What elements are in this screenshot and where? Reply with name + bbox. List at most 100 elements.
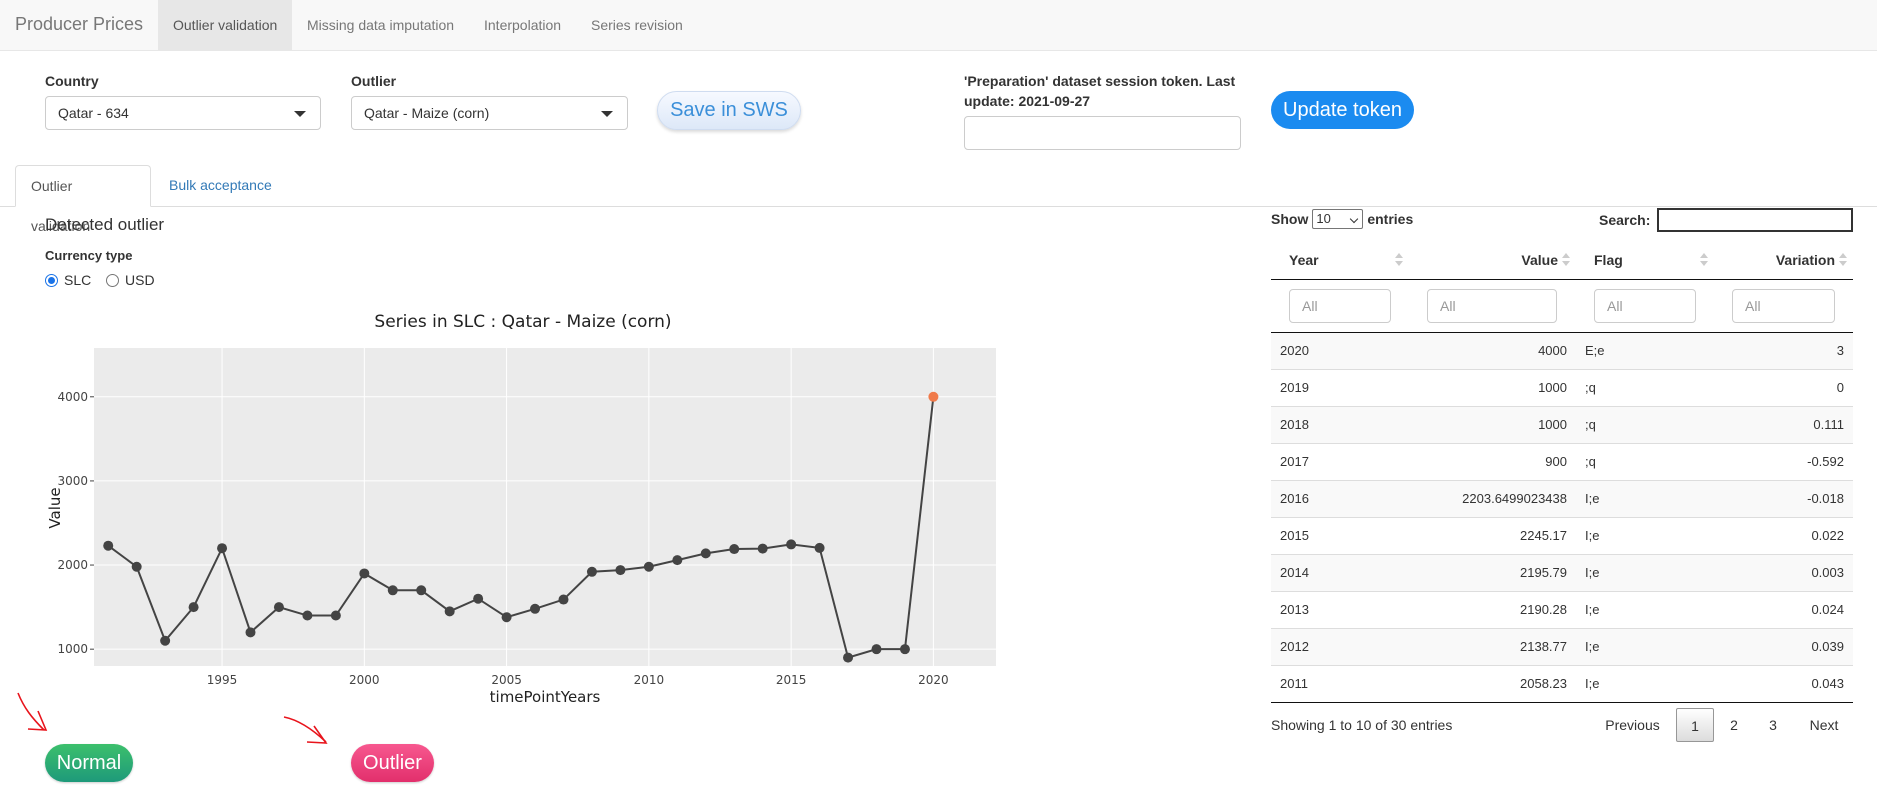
outlier-select[interactable]: Qatar - Maize (corn)	[351, 96, 628, 130]
outlier-point[interactable]	[928, 391, 939, 402]
data-point[interactable]	[501, 612, 512, 623]
table-row[interactable]: 2017 900 ;q -0.592	[1271, 442, 1853, 480]
radio-slc[interactable]: SLC	[45, 272, 91, 288]
table-row[interactable]: 2014 2195.79 I;e 0.003	[1271, 553, 1853, 591]
data-point[interactable]	[217, 543, 228, 554]
x-tick-label: 2015	[776, 673, 807, 687]
table-row[interactable]: 2020 4000 E;e 3	[1271, 331, 1853, 369]
country-select[interactable]: Qatar - 634	[45, 96, 321, 130]
nav-tab-series-revision[interactable]: Series revision	[576, 0, 698, 50]
data-point[interactable]	[131, 561, 142, 572]
sort-icon	[1700, 253, 1708, 267]
subtab-outlier-validation[interactable]: Outlier validation	[15, 165, 151, 234]
update-token-button[interactable]: Update token	[1271, 91, 1414, 129]
data-point[interactable]	[586, 566, 597, 577]
cell-flag: I;e	[1576, 664, 1714, 703]
table-row[interactable]: 2013 2190.28 I;e 0.024	[1271, 590, 1853, 628]
app-brand[interactable]: Producer Prices	[15, 14, 143, 35]
filter-input-year[interactable]: All	[1289, 288, 1391, 323]
chart-title: Series in SLC : Qatar - Maize (corn)	[374, 312, 671, 332]
data-point[interactable]	[786, 539, 797, 550]
x-axis-label: timePointYears	[490, 688, 601, 706]
data-point[interactable]	[416, 585, 427, 596]
save-in-sws-button[interactable]: Save in SWS	[657, 91, 801, 130]
data-point[interactable]	[473, 593, 484, 604]
column-header-value[interactable]: Value	[1409, 241, 1576, 280]
pagination-page-1[interactable]: 1	[1676, 708, 1714, 742]
radio-usd[interactable]: USD	[106, 272, 155, 288]
data-point[interactable]	[643, 561, 654, 572]
token-input[interactable]	[964, 116, 1241, 150]
outlier-select-value: Qatar - Maize (corn)	[364, 105, 490, 121]
data-point[interactable]	[700, 548, 711, 559]
table-row[interactable]: 2016 2203.6499023438 I;e -0.018	[1271, 479, 1853, 517]
table-row[interactable]: 2011 2058.23 I;e 0.043	[1271, 664, 1853, 703]
cell-variation: 0.039	[1714, 627, 1853, 665]
entries-select[interactable]: 10	[1312, 209, 1364, 229]
radio-slc-indicator[interactable]	[45, 273, 58, 287]
data-point[interactable]	[672, 555, 683, 566]
column-header-year[interactable]: Year	[1271, 241, 1409, 280]
radio-usd-indicator[interactable]	[106, 273, 119, 287]
filter-input-value[interactable]: All	[1427, 288, 1557, 323]
data-point[interactable]	[188, 602, 199, 613]
table-row[interactable]: 2012 2138.77 I;e 0.039	[1271, 627, 1853, 665]
cell-variation: -0.592	[1714, 442, 1853, 480]
data-point[interactable]	[302, 610, 313, 621]
data-point[interactable]	[615, 565, 626, 576]
table-row[interactable]: 2019 1000 ;q 0	[1271, 368, 1853, 406]
sort-icon	[1839, 253, 1847, 267]
cell-value: 2058.23	[1409, 664, 1576, 703]
chevron-down-icon	[601, 111, 613, 117]
data-point[interactable]	[273, 602, 284, 613]
show-label: Show	[1271, 211, 1309, 227]
cell-flag: ;q	[1576, 368, 1714, 406]
y-tick-label: 2000	[57, 558, 88, 572]
x-tick-label: 2020	[918, 673, 949, 687]
filter-input-variation[interactable]: All	[1732, 288, 1835, 323]
pagination-next[interactable]: Next	[1799, 708, 1849, 742]
table-row[interactable]: 2018 1000 ;q 0.111	[1271, 405, 1853, 443]
data-point[interactable]	[757, 543, 768, 554]
data-point[interactable]	[871, 644, 882, 655]
data-point[interactable]	[558, 594, 569, 605]
nav-tab-outlier-validation[interactable]: Outlier validation	[158, 0, 293, 50]
pagination-page-3[interactable]: 3	[1757, 708, 1789, 742]
data-point[interactable]	[160, 635, 171, 646]
cell-year: 2012	[1271, 627, 1409, 665]
table-row[interactable]: 2015 2245.17 I;e 0.022	[1271, 516, 1853, 554]
column-header-flag[interactable]: Flag	[1576, 241, 1714, 280]
data-point[interactable]	[103, 540, 114, 551]
data-point[interactable]	[843, 652, 854, 663]
data-point[interactable]	[444, 606, 455, 617]
subtab-bulk-acceptance[interactable]: Bulk acceptance	[154, 165, 287, 207]
nav-tab-interpolation[interactable]: Interpolation	[469, 0, 576, 50]
data-point[interactable]	[387, 585, 398, 596]
cell-year: 2013	[1271, 590, 1409, 628]
data-point[interactable]	[359, 568, 370, 579]
cell-flag: ;q	[1576, 405, 1714, 443]
nav-tab-missing-data-imputation[interactable]: Missing data imputation	[292, 0, 469, 50]
cell-value: 2138.77	[1409, 627, 1576, 665]
pagination-page-2[interactable]: 2	[1718, 708, 1750, 742]
normal-button[interactable]: Normal	[45, 744, 133, 782]
country-label: Country	[45, 73, 99, 89]
cell-year: 2019	[1271, 368, 1409, 406]
column-header-variation[interactable]: Variation	[1714, 241, 1853, 280]
cell-value: 1000	[1409, 405, 1576, 443]
search-input[interactable]	[1657, 208, 1853, 232]
data-point[interactable]	[729, 544, 740, 555]
filter-input-flag[interactable]: All	[1594, 288, 1696, 323]
pagination-previous[interactable]: Previous	[1595, 708, 1670, 742]
outlier-button[interactable]: Outlier	[351, 744, 434, 782]
data-point[interactable]	[814, 542, 825, 553]
filter-cell-value: All	[1409, 279, 1576, 333]
data-point[interactable]	[245, 627, 256, 638]
data-point[interactable]	[530, 603, 541, 614]
cell-year: 2016	[1271, 479, 1409, 517]
cell-variation: 3	[1714, 331, 1853, 369]
data-point[interactable]	[899, 644, 910, 655]
search-label: Search:	[1599, 212, 1651, 228]
data-point[interactable]	[330, 610, 341, 621]
filter-cell-year: All	[1271, 279, 1409, 333]
